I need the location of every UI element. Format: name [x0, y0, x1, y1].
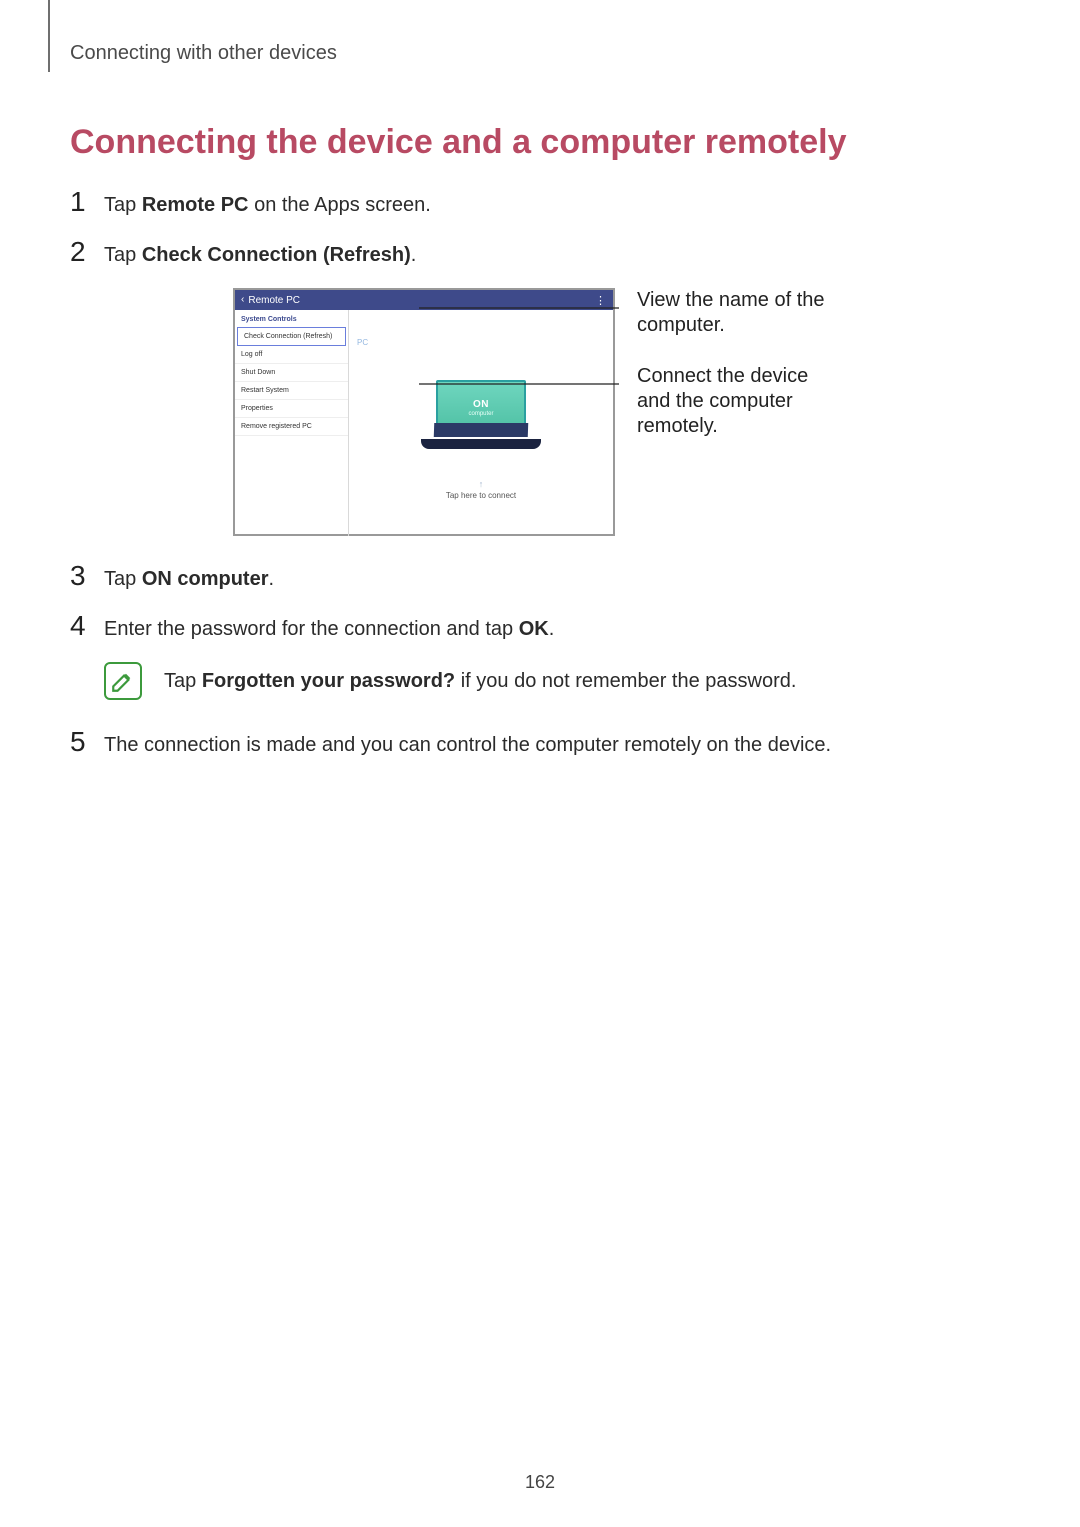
step-2: 2 Tap Check Connection (Refresh).	[70, 238, 1010, 270]
figure-remote-pc-screenshot: ‹ Remote PC ⋮ System Controls Check Conn…	[70, 288, 1010, 536]
on-sublabel: computer	[468, 411, 493, 417]
callout-computer-name: View the name of the computer.	[637, 288, 847, 338]
step-number: 3	[70, 562, 104, 590]
laptop-keyboard	[434, 423, 528, 437]
text: if you do not remember the password.	[455, 670, 796, 692]
text: .	[269, 568, 275, 590]
step-text: Enter the password for the connection an…	[104, 614, 554, 644]
step-number: 5	[70, 728, 104, 756]
text: Enter the password for the connection an…	[104, 618, 519, 640]
computer-name-label: PC	[357, 338, 368, 347]
tap-hint-text: Tap here to connect	[446, 491, 516, 500]
sidebar: System Controls Check Connection (Refres…	[235, 310, 349, 536]
remote-pc-app-mock: ‹ Remote PC ⋮ System Controls Check Conn…	[233, 288, 615, 536]
back-chevron-icon: ‹	[241, 295, 244, 305]
pencil-note-icon	[110, 668, 136, 694]
bold-text: Remote PC	[142, 194, 249, 216]
breadcrumb: Connecting with other devices	[70, 42, 1010, 65]
sidebar-item-logoff: Log off	[235, 346, 348, 364]
page-number: 162	[0, 1472, 1080, 1493]
margin-rule	[48, 0, 50, 72]
note: Tap Forgotten your password? if you do n…	[104, 662, 1010, 700]
step-number: 2	[70, 238, 104, 266]
text: Tap	[104, 194, 142, 216]
text: Tap	[164, 670, 202, 692]
leader-line	[419, 374, 637, 394]
steps-list: 1 Tap Remote PC on the Apps screen. 2 Ta…	[70, 188, 1010, 760]
note-icon	[104, 662, 142, 700]
bold-text: Check Connection (Refresh)	[142, 244, 411, 266]
step-number: 4	[70, 612, 104, 640]
callouts: View the name of the computer. Connect t…	[637, 288, 847, 465]
app-body: System Controls Check Connection (Refres…	[235, 310, 613, 536]
tap-to-connect-hint: ↑ Tap here to connect	[349, 479, 613, 500]
text: .	[411, 244, 417, 266]
app-title: Remote PC	[248, 295, 300, 306]
leader-line	[419, 298, 637, 318]
note-text: Tap Forgotten your password? if you do n…	[164, 670, 796, 693]
text: Tap	[104, 244, 142, 266]
step-3: 3 Tap ON computer.	[70, 562, 1010, 594]
step-4: 4 Enter the password for the connection …	[70, 612, 1010, 644]
bold-text: OK	[519, 618, 549, 640]
callout-text: Connect the device and the computer remo…	[637, 364, 847, 439]
step-1: 1 Tap Remote PC on the Apps screen.	[70, 188, 1010, 220]
sidebar-item-shutdown: Shut Down	[235, 364, 348, 382]
sidebar-item-restart: Restart System	[235, 382, 348, 400]
step-text: Tap Check Connection (Refresh).	[104, 240, 416, 270]
text: Tap	[104, 568, 142, 590]
step-text: The connection is made and you can contr…	[104, 730, 831, 760]
laptop-base	[421, 439, 541, 449]
callout-text: View the name of the computer.	[637, 288, 847, 338]
sidebar-heading: System Controls	[235, 310, 348, 327]
step-text: Tap ON computer.	[104, 564, 274, 594]
sidebar-item-properties: Properties	[235, 400, 348, 418]
main-area: PC ON computer ↑ Tap here to connect	[349, 310, 613, 536]
text: .	[549, 618, 555, 640]
sidebar-item-remove-pc: Remove registered PC	[235, 418, 348, 436]
bold-text: Forgotten your password?	[202, 670, 455, 692]
step-number: 1	[70, 188, 104, 216]
manual-page: Connecting with other devices Connecting…	[0, 0, 1080, 1527]
step-5: 5 The connection is made and you can con…	[70, 728, 1010, 760]
callout-connect-remotely: Connect the device and the computer remo…	[637, 364, 847, 439]
sidebar-item-check-connection: Check Connection (Refresh)	[237, 327, 346, 346]
arrow-up-icon: ↑	[479, 479, 484, 489]
text: on the Apps screen.	[249, 194, 431, 216]
on-label: ON	[473, 399, 489, 410]
section-heading: Connecting the device and a computer rem…	[70, 123, 1010, 162]
bold-text: ON computer	[142, 568, 269, 590]
step-text: Tap Remote PC on the Apps screen.	[104, 190, 431, 220]
